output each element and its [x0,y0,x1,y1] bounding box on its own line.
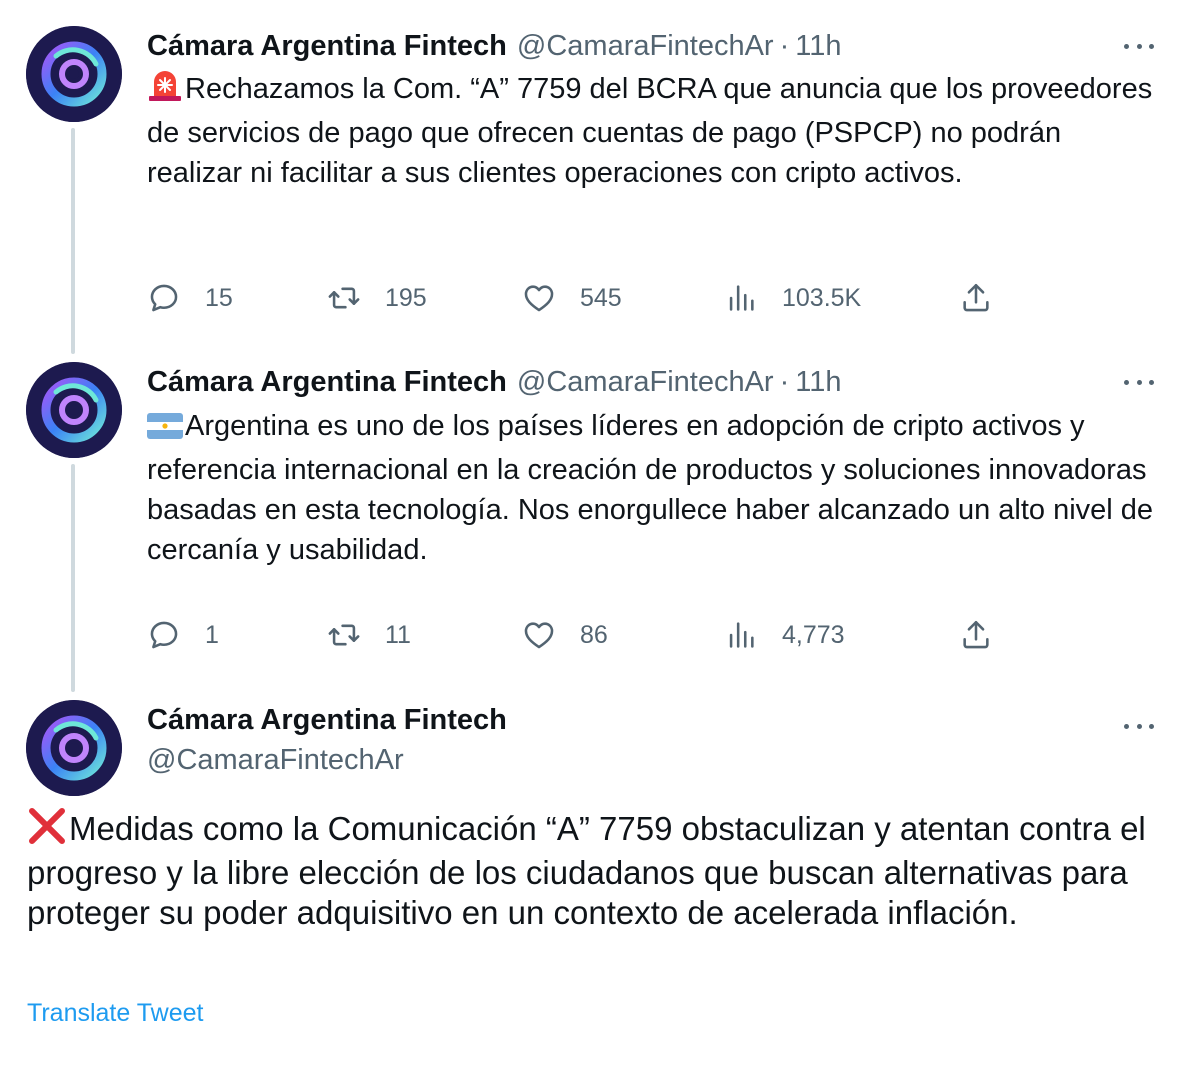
views-count: 103.5K [782,283,862,312]
more-icon[interactable] [1122,29,1156,63]
like-count: 545 [580,283,622,312]
views-button[interactable]: 4,773 [724,615,845,655]
tweet-body: Rechazamos la Com. “A” 7759 del BCRA que… [147,73,1153,189]
separator-dot: · [779,365,790,398]
reply-icon [150,284,178,312]
tweet-timestamp[interactable]: 11h [795,366,841,399]
retweet-count: 11 [385,620,411,649]
share-icon [963,283,989,312]
thread-tweet-1[interactable]: Cámara Argentina Fintech @CamaraFintechA… [0,24,1186,354]
rotating-light-icon [147,70,183,113]
thread-connector-line [71,128,75,354]
views-icon [729,622,754,648]
thread-connector-line [71,464,75,692]
argentina-flag-icon [147,410,183,450]
more-icon[interactable] [1122,365,1156,399]
tweet-timestamp[interactable]: 11h [795,30,841,63]
retweet-button[interactable]: 195 [327,278,427,318]
like-button[interactable]: 86 [522,615,608,655]
reply-icon [150,621,178,649]
author-handle[interactable]: @CamaraFintechAr [517,366,774,399]
share-button[interactable] [959,615,993,655]
tweet-body: Argentina es uno de los países líderes e… [147,410,1154,566]
tweet-header: Cámara Argentina Fintech @CamaraFintechA… [147,362,842,402]
views-icon [729,285,754,311]
author-name[interactable]: Cámara Argentina Fintech [147,700,507,740]
action-bar: 1 11 86 4,773 [147,615,1007,655]
like-icon [524,285,554,312]
translate-tweet-link[interactable]: Translate Tweet [27,996,203,1030]
separator-dot: · [779,29,790,62]
retweet-icon [328,624,360,646]
reply-button[interactable]: 15 [147,278,233,318]
share-button[interactable] [959,278,993,318]
tweet-text: Argentina es uno de los países líderes e… [147,406,1157,570]
cross-mark-icon [27,808,67,853]
retweet-count: 195 [385,283,427,312]
avatar[interactable] [26,26,122,122]
views-button[interactable]: 103.5K [724,278,861,318]
action-bar: 15 195 545 103.5K [147,278,1007,318]
author-handle[interactable]: @CamaraFintechAr [517,30,774,63]
thread-tweet-2[interactable]: Cámara Argentina Fintech @CamaraFintechA… [0,362,1186,692]
reply-count: 1 [205,620,219,649]
tweet-header: Cámara Argentina Fintech @CamaraFintechA… [147,26,842,66]
avatar[interactable] [26,700,122,796]
more-icon[interactable] [1122,709,1156,743]
reply-button[interactable]: 1 [147,615,219,655]
share-icon [963,620,989,649]
tweet-text: Rechazamos la Com. “A” 7759 del BCRA que… [147,69,1157,193]
views-count: 4,773 [782,620,845,649]
main-tweet-body: Medidas como la Comunicación “A” 7759 ob… [27,810,1146,931]
like-icon [524,622,554,649]
author-name[interactable]: Cámara Argentina Fintech [147,366,507,399]
author-name[interactable]: Cámara Argentina Fintech [147,30,507,63]
main-tweet: Cámara Argentina Fintech @CamaraFintechA… [0,700,1186,800]
main-tweet-text: Medidas como la Comunicación “A” 7759 ob… [27,808,1157,933]
avatar[interactable] [26,362,122,458]
author-handle[interactable]: @CamaraFintechAr [147,740,404,780]
reply-count: 15 [205,283,233,312]
retweet-button[interactable]: 11 [327,615,411,655]
like-count: 86 [580,620,608,649]
retweet-icon [328,287,360,309]
like-button[interactable]: 545 [522,278,622,318]
